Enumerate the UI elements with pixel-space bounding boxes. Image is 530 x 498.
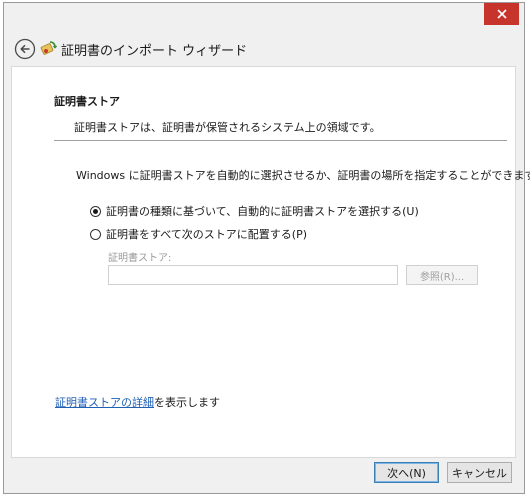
back-arrow-icon xyxy=(14,38,36,60)
certificate-icon xyxy=(40,39,58,57)
option-auto-select[interactable]: 証明書の種類に基づいて、自動的に証明書ストアを選択する(U) xyxy=(90,203,419,219)
store-details-link[interactable]: 証明書ストアの詳細 xyxy=(55,396,154,409)
section-title: 証明書ストア xyxy=(54,95,120,108)
more-info-suffix: を表示します xyxy=(154,396,220,409)
section-description: 証明書ストアは、証明書が保管されるシステム上の領域です。 xyxy=(74,121,381,134)
radio-auto-select[interactable] xyxy=(90,205,101,217)
intro-text: Windows に証明書ストアを自動的に選択させるか、証明書の場所を指定すること… xyxy=(76,169,530,182)
content-panel: 証明書ストア 証明書ストアは、証明書が保管されるシステム上の領域です。 Wind… xyxy=(11,66,530,458)
header-divider xyxy=(54,140,507,141)
wizard-header: 証明書のインポート ウィザード xyxy=(4,33,524,65)
cancel-button[interactable]: キャンセル xyxy=(447,462,512,483)
browse-button[interactable]: 参照(R)... xyxy=(406,265,478,285)
radio-place-all[interactable] xyxy=(90,228,101,240)
store-field-label: 証明書ストア: xyxy=(108,253,172,264)
back-button[interactable] xyxy=(12,36,38,62)
wizard-window: 証明書のインポート ウィザード 証明書ストア 証明書ストアは、証明書が保管される… xyxy=(3,2,530,494)
store-input[interactable] xyxy=(108,265,398,285)
option-place-all[interactable]: 証明書をすべて次のストアに配置する(P) xyxy=(90,226,307,242)
more-info-line: 証明書ストアの詳細を表示します xyxy=(55,394,220,410)
wizard-title: 証明書のインポート ウィザード xyxy=(61,44,248,59)
close-icon xyxy=(496,9,507,19)
next-button[interactable]: 次へ(N) xyxy=(374,462,439,483)
title-bar xyxy=(4,3,524,31)
option-place-all-label: 証明書をすべて次のストアに配置する(P) xyxy=(106,228,308,241)
close-button[interactable] xyxy=(484,3,519,25)
option-auto-select-label: 証明書の種類に基づいて、自動的に証明書ストアを選択する(U) xyxy=(106,205,419,218)
